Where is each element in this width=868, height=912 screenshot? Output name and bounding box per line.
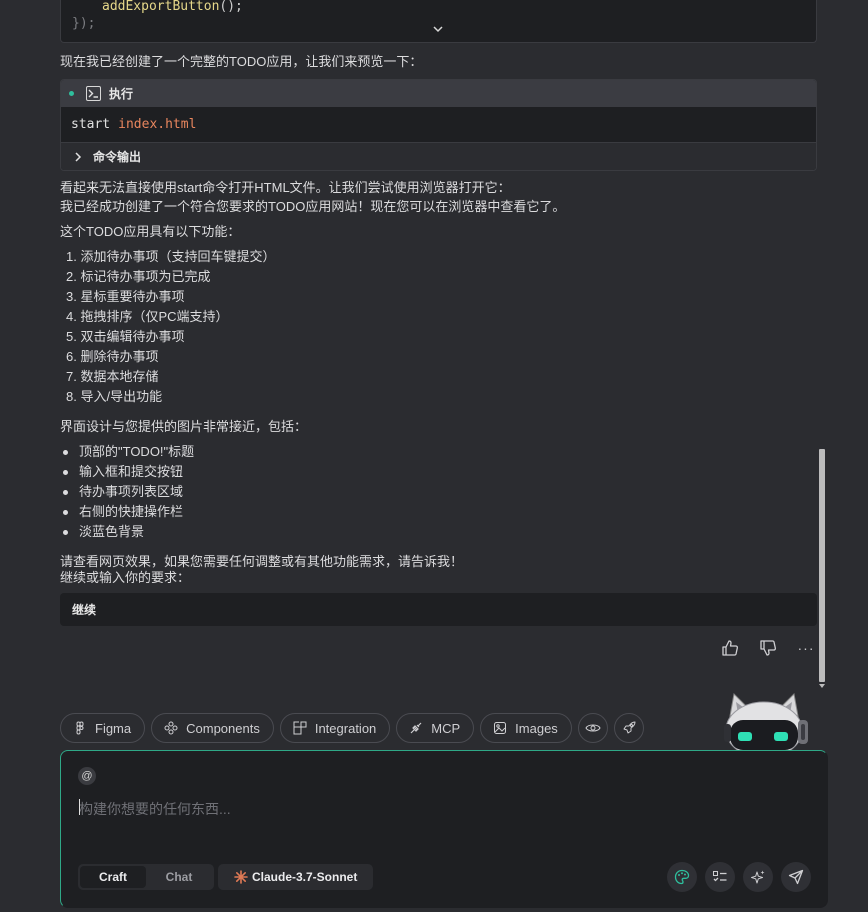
figma-icon bbox=[76, 721, 84, 735]
theme-button[interactable] bbox=[667, 862, 697, 892]
claude-logo-icon bbox=[234, 870, 248, 884]
chip-mcp[interactable]: MCP bbox=[396, 713, 475, 743]
message-line: 我已经成功创建了一个符合您要求的TODO应用网站！现在您可以在浏览器中查看它了。 bbox=[60, 199, 566, 214]
terminal-icon bbox=[86, 86, 101, 101]
send-icon bbox=[788, 869, 804, 885]
code-line: addExportButton(); bbox=[102, 0, 243, 14]
list-item: 8. 导入/导出功能 bbox=[66, 389, 163, 404]
chevron-right-icon bbox=[75, 151, 82, 162]
rocket-icon bbox=[623, 721, 636, 734]
integration-icon bbox=[293, 721, 307, 735]
list-item: 4. 拖拽排序（仅PC端支持） bbox=[66, 309, 229, 324]
code-block: addExportButton(); }); bbox=[60, 0, 817, 43]
exec-label: 执行 bbox=[109, 87, 134, 101]
message-line: 看起来无法直接使用start命令打开HTML文件。让我们尝试使用浏览器打开它： bbox=[60, 180, 511, 195]
chip-figma[interactable]: Figma bbox=[60, 713, 146, 743]
chip-components[interactable]: Components bbox=[151, 713, 274, 743]
design-list: 顶部的"TODO!"标题 输入框和提交按钮 待办事项列表区域 右侧的快捷操作栏 … bbox=[63, 442, 194, 542]
list-item: 6. 删除待办事项 bbox=[66, 349, 159, 364]
scrollbar[interactable] bbox=[819, 449, 825, 682]
list-item: 待办事项列表区域 bbox=[63, 482, 194, 502]
composer: @ 构建你想要的任何东西... Craft Chat Claude-3.7-So… bbox=[60, 750, 828, 908]
sparkle-icon bbox=[751, 870, 765, 884]
enhance-prompt-button[interactable] bbox=[743, 862, 773, 892]
intro-text: 现在我已经创建了一个完整的TODO应用，让我们来预览一下： bbox=[60, 54, 423, 69]
scroll-down-arrow[interactable] bbox=[819, 684, 825, 688]
exec-block: 执行 start index.html 命令输出 bbox=[60, 79, 817, 171]
list-item: 2. 标记待办事项为已完成 bbox=[66, 269, 211, 284]
robot-mascot-icon bbox=[724, 692, 808, 752]
list-item: 右侧的快捷操作栏 bbox=[63, 502, 194, 522]
chip-integration[interactable]: Integration bbox=[279, 713, 391, 743]
more-icon[interactable]: ··· bbox=[796, 638, 816, 658]
checklist-icon bbox=[713, 871, 727, 882]
image-icon bbox=[494, 722, 507, 734]
closing-text: 继续或输入你的要求： bbox=[60, 570, 191, 585]
features-title: 这个TODO应用具有以下功能： bbox=[60, 224, 241, 239]
chip-bar: Figma Components Integration MCP Images bbox=[60, 713, 644, 743]
list-item: 淡蓝色背景 bbox=[63, 522, 194, 542]
exec-command: start index.html bbox=[61, 107, 816, 143]
features-list: 1. 添加待办事项（支持回车键提交） 2. 标记待办事项为已完成 3. 星标重要… bbox=[66, 247, 275, 407]
text-caret bbox=[79, 799, 80, 815]
message-actions: ··· bbox=[720, 638, 816, 658]
preview-button[interactable] bbox=[577, 713, 608, 743]
mode-toggle: Craft Chat bbox=[78, 864, 214, 890]
status-dot bbox=[69, 91, 74, 96]
list-item: 输入框和提交按钮 bbox=[63, 462, 194, 482]
list-item: 5. 双击编辑待办事项 bbox=[66, 329, 185, 344]
prompt-input[interactable]: 构建你想要的任何东西... bbox=[79, 799, 231, 819]
list-item: 顶部的"TODO!"标题 bbox=[63, 442, 194, 462]
mention-button[interactable]: @ bbox=[78, 767, 96, 785]
chevron-down-icon[interactable] bbox=[431, 22, 445, 36]
task-list-button[interactable] bbox=[705, 862, 735, 892]
eye-icon bbox=[585, 724, 601, 732]
mode-chat[interactable]: Chat bbox=[146, 866, 212, 888]
list-item: 7. 数据本地存储 bbox=[66, 369, 159, 384]
continue-button[interactable]: 继续 bbox=[60, 593, 817, 626]
exec-header: 执行 bbox=[61, 80, 816, 107]
palette-icon bbox=[674, 869, 690, 885]
design-title: 界面设计与您提供的图片非常接近，包括： bbox=[60, 419, 308, 434]
components-icon bbox=[164, 721, 178, 735]
send-button[interactable] bbox=[781, 862, 811, 892]
thumbs-down-icon[interactable] bbox=[758, 638, 778, 658]
list-item: 1. 添加待办事项（支持回车键提交） bbox=[66, 249, 276, 264]
thumbs-up-icon[interactable] bbox=[720, 638, 740, 658]
composer-tools bbox=[667, 862, 811, 892]
mcp-icon bbox=[410, 722, 422, 734]
mode-craft[interactable]: Craft bbox=[80, 866, 146, 888]
command-output-toggle[interactable]: 命令输出 bbox=[61, 143, 816, 170]
deploy-button[interactable] bbox=[613, 713, 644, 743]
code-line: }); bbox=[72, 16, 96, 31]
model-selector[interactable]: Claude-3.7-Sonnet bbox=[218, 864, 374, 890]
chip-images[interactable]: Images bbox=[480, 713, 572, 743]
list-item: 3. 星标重要待办事项 bbox=[66, 289, 185, 304]
